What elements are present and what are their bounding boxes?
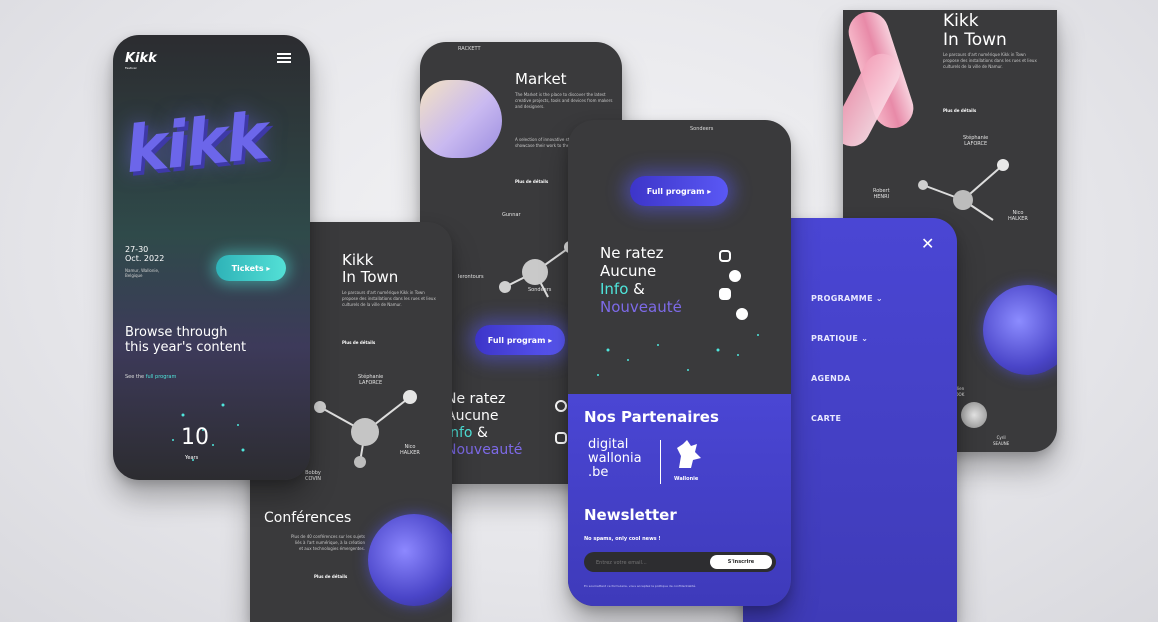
node-label-left: Robert HENRI bbox=[873, 188, 890, 200]
section-body-1: The Market is the place to discover the … bbox=[515, 92, 613, 109]
amp-text: & bbox=[628, 280, 645, 298]
ne-ratez-heading: Ne ratez Aucune Info & Nouveauté bbox=[446, 391, 522, 459]
full-program-button[interactable]: Full program ▸ bbox=[475, 325, 565, 355]
instagram-icon[interactable] bbox=[555, 400, 567, 412]
hamburger-menu-icon[interactable] bbox=[277, 53, 291, 63]
tickets-button[interactable]: Tickets ▸ bbox=[216, 255, 286, 281]
conferences-more-link[interactable]: Plus de détails bbox=[314, 574, 347, 579]
partner-divider bbox=[660, 440, 661, 484]
virus-3d-shape bbox=[983, 285, 1057, 375]
virus-3d-shape bbox=[368, 514, 452, 606]
node-label-bottom-right: Cyril SEAUNE bbox=[993, 435, 1010, 446]
anniversary-label: Years bbox=[185, 455, 199, 461]
wallonie-rooster-logo[interactable] bbox=[671, 438, 705, 472]
phone-screen-home: Kikk Festival kikk 27-30 Oct. 2022 Namur… bbox=[113, 35, 310, 480]
info-text: Info bbox=[600, 280, 629, 298]
subscribe-button[interactable]: S'inscrire bbox=[710, 555, 772, 569]
nouveaute-text: Nouveauté bbox=[446, 442, 523, 458]
browse-heading: Browse through this year's content bbox=[125, 325, 247, 355]
anniversary-number: 10 bbox=[181, 425, 209, 450]
node-label-top: Stéphanie LAFORCE bbox=[963, 135, 989, 147]
conferences-heading: Conférences bbox=[264, 510, 352, 526]
particle-decoration bbox=[597, 334, 759, 376]
facebook-icon[interactable] bbox=[729, 270, 741, 282]
more-details-link[interactable]: Plus de détails bbox=[943, 108, 976, 113]
newsletter-heading: Newsletter bbox=[584, 506, 677, 524]
particle-decoration bbox=[172, 403, 245, 461]
youtube-icon[interactable] bbox=[719, 288, 731, 300]
ne-ratez-line-2: Aucune bbox=[446, 408, 499, 424]
digital-wallonia-logo[interactable]: digital wallonia .be bbox=[588, 438, 642, 480]
menu-item-programme[interactable]: PROGRAMME ⌄ bbox=[811, 294, 883, 303]
conferences-body: Plus de 40 conférences sur les sujets li… bbox=[291, 534, 365, 551]
node-label-1: Gunnar bbox=[502, 212, 521, 218]
top-label: Sondeers bbox=[690, 126, 714, 132]
email-input-field[interactable]: S'inscrire bbox=[584, 552, 776, 572]
menu-item-pratique[interactable]: PRATIQUE ⌄ bbox=[811, 334, 868, 343]
phone-screen-newsletter: Sondeers Full program ▸ Ne ratez Aucune … bbox=[568, 120, 791, 606]
instagram-icon[interactable] bbox=[719, 250, 731, 262]
logo-text: Kikk bbox=[125, 51, 157, 66]
menu-item-agenda[interactable]: AGENDA bbox=[811, 374, 851, 383]
newsletter-legal-text: En soumettant ce formulaire, vous accept… bbox=[584, 584, 697, 588]
event-dates: 27-30 Oct. 2022 bbox=[125, 245, 165, 263]
rooster-icon bbox=[677, 440, 701, 468]
twitter-icon[interactable] bbox=[736, 308, 748, 320]
ne-ratez-line-1: Ne ratez bbox=[600, 244, 664, 262]
section-heading: Kikk In Town bbox=[943, 11, 1007, 50]
section-heading: Market bbox=[515, 70, 567, 88]
wallonie-label: Wallonie bbox=[674, 476, 699, 482]
node-label-right: Nico HALKER bbox=[1008, 210, 1028, 222]
section-body: Le parcours d'art numérique Kikk in Town… bbox=[342, 290, 436, 307]
section-body: Le parcours d'art numérique Kikk in Town… bbox=[943, 52, 1037, 69]
full-program-button[interactable]: Full program ▸ bbox=[630, 176, 728, 206]
menu-item-carte[interactable]: CARTE bbox=[811, 414, 841, 423]
more-details-link[interactable]: Plus de détails bbox=[342, 340, 375, 345]
ne-ratez-line-1: Ne ratez bbox=[446, 391, 506, 407]
email-input[interactable] bbox=[594, 556, 708, 570]
node-label-right: Nico HALKER bbox=[400, 444, 420, 456]
youtube-icon[interactable] bbox=[555, 432, 567, 444]
close-icon[interactable]: ✕ bbox=[921, 234, 934, 253]
nouveaute-text: Nouveauté bbox=[600, 298, 682, 316]
ne-ratez-line-2: Aucune bbox=[600, 262, 657, 280]
node-label-3: Sondeers bbox=[528, 287, 552, 293]
top-label: RACKETT bbox=[458, 46, 481, 52]
node-label-top: Stéphanie LAFORCE bbox=[358, 374, 384, 386]
partners-heading: Nos Partenaires bbox=[584, 408, 719, 426]
more-details-link[interactable]: Plus de détails bbox=[515, 179, 548, 184]
kikk-logo[interactable]: Kikk Festival bbox=[125, 51, 157, 70]
ne-ratez-heading: Ne ratez Aucune Info & Nouveauté bbox=[600, 244, 682, 316]
partners-newsletter-panel: Nos Partenaires digital wallonia .be Wal… bbox=[568, 394, 791, 606]
node-label-2: Ierontours bbox=[458, 274, 484, 280]
newsletter-subtitle: No spams, only cool news ! bbox=[584, 536, 661, 542]
kikk-3d-hero-word: kikk bbox=[121, 99, 271, 189]
speaker-avatar bbox=[961, 402, 987, 428]
logo-subtext: Festival bbox=[125, 66, 137, 70]
section-heading: Kikk In Town bbox=[342, 251, 399, 286]
abstract-3d-shape bbox=[420, 80, 502, 158]
amp-text: & bbox=[472, 425, 488, 441]
event-location: Namur, Wallonie, Belgique bbox=[125, 268, 160, 278]
